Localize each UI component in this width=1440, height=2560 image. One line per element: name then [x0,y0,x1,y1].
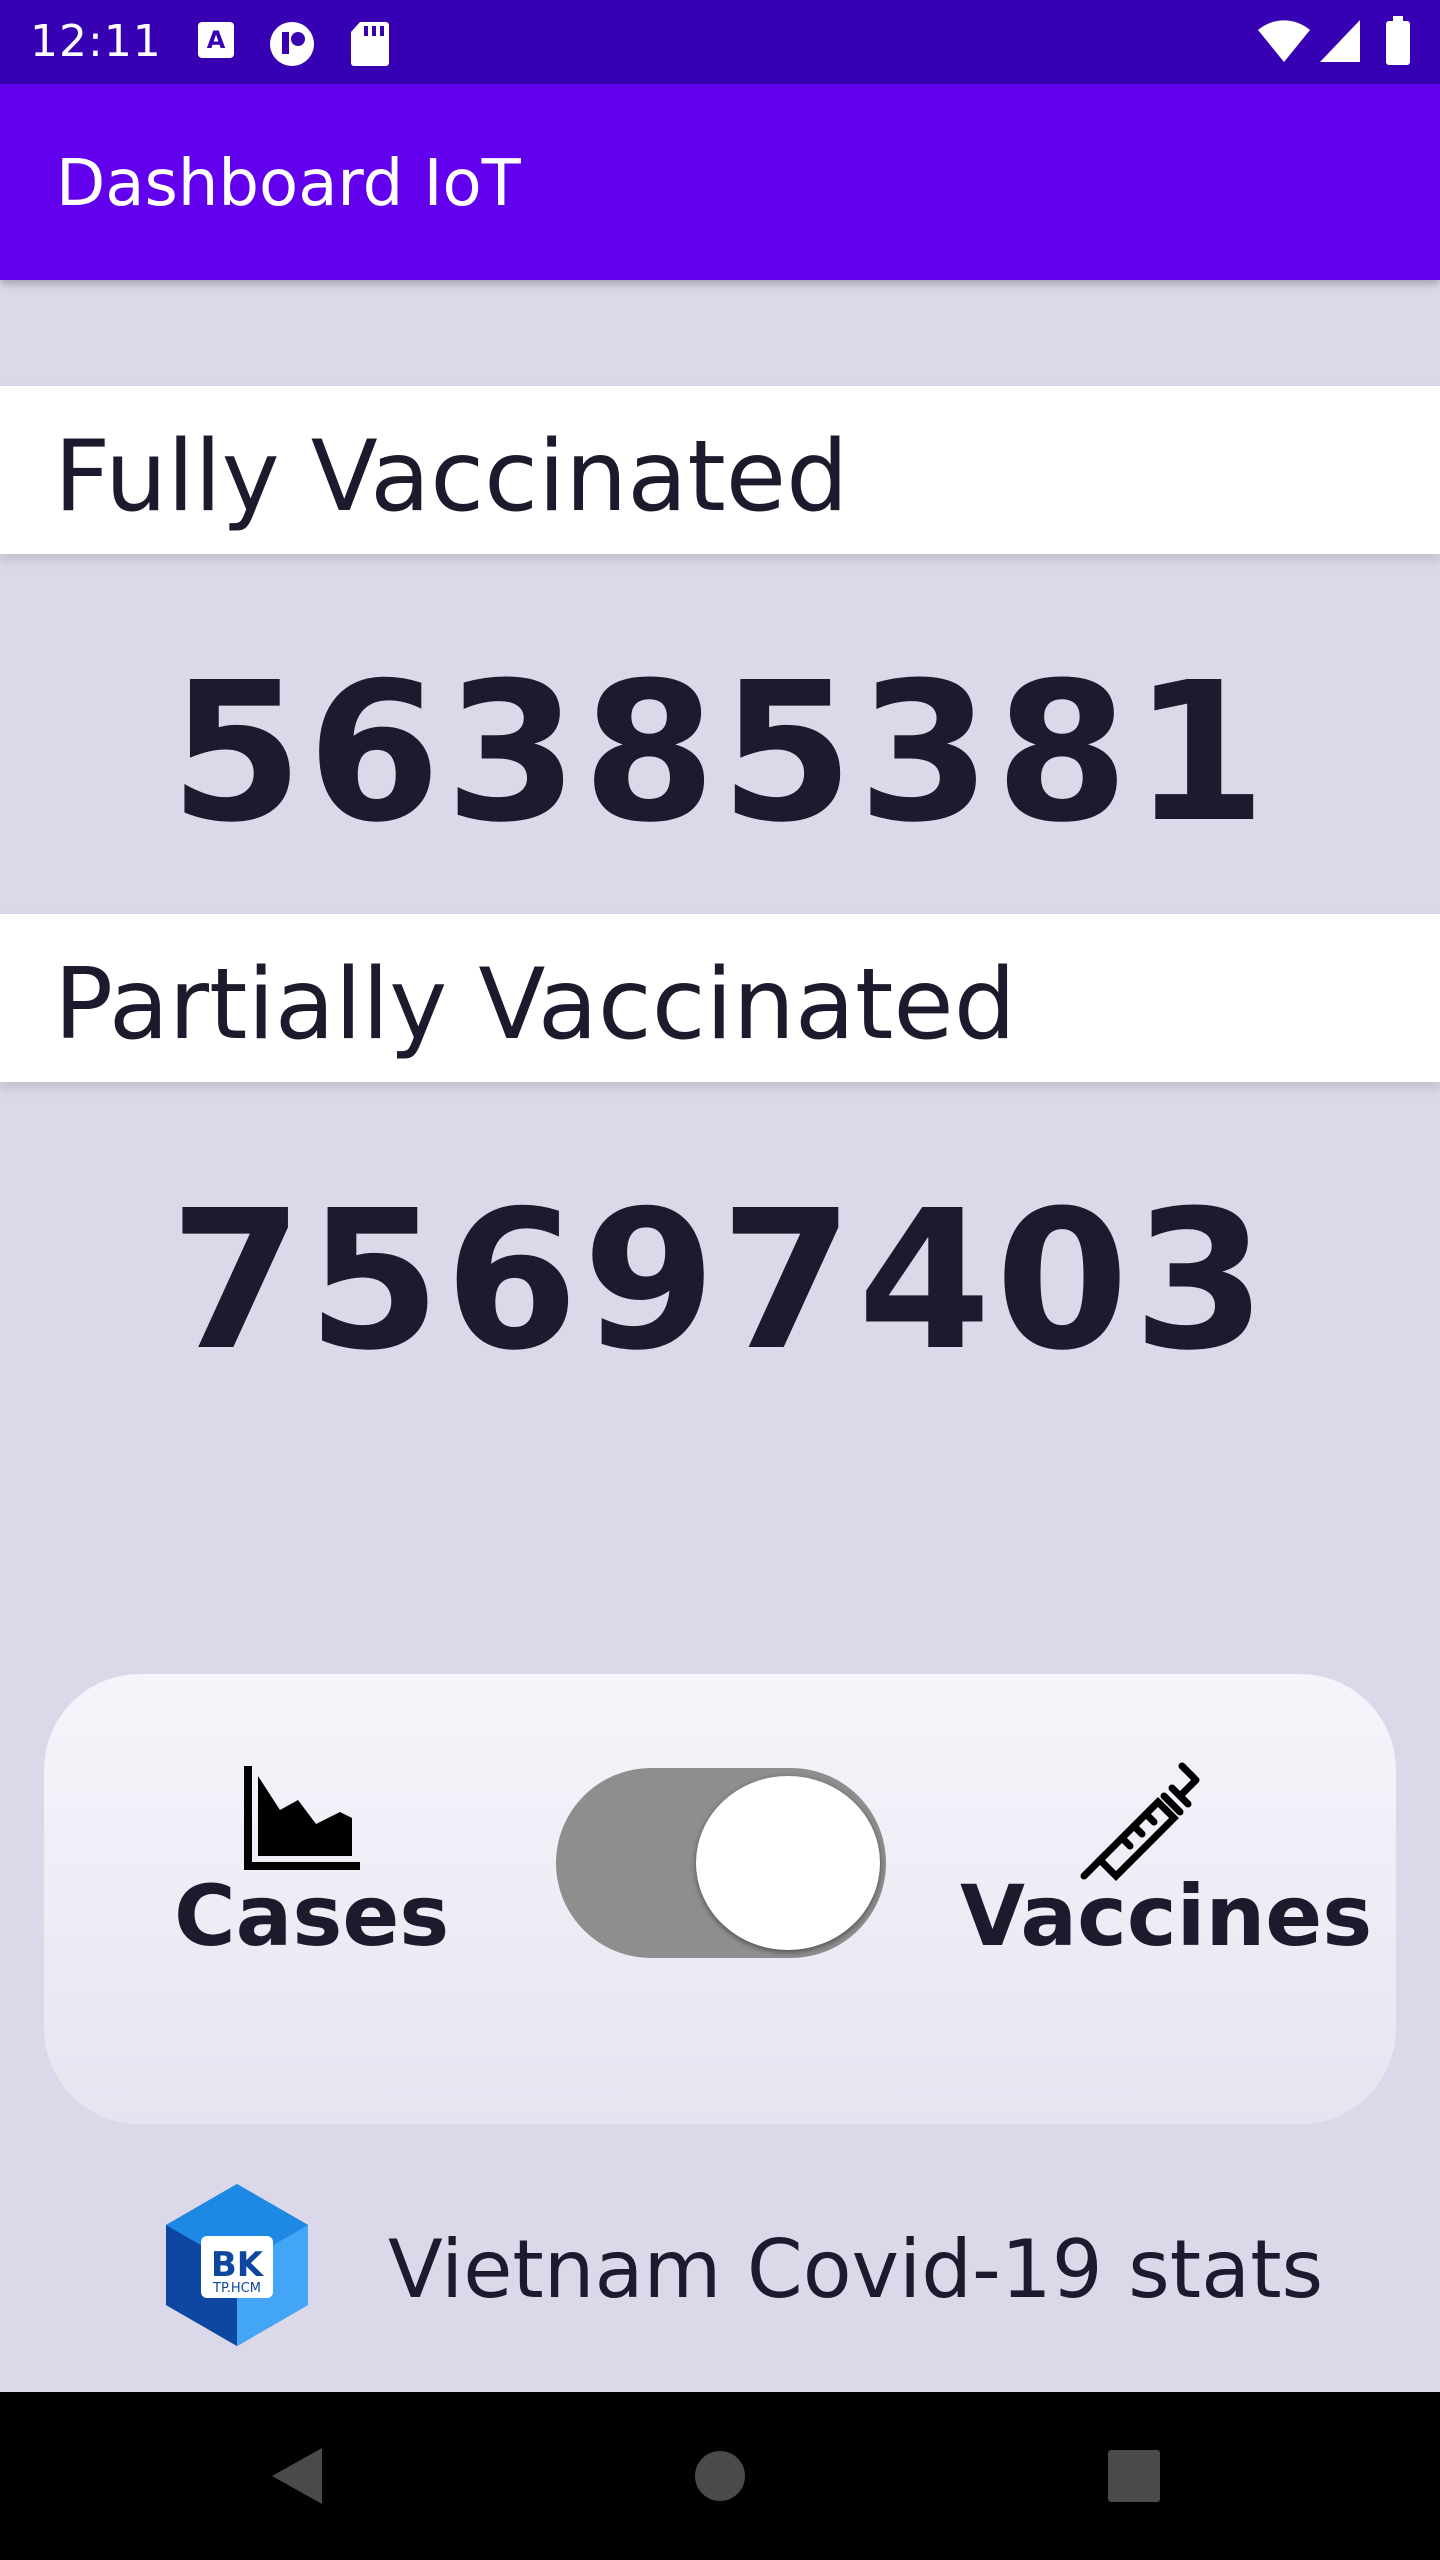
signal-icon [1320,20,1360,62]
logo-subtext: TP.HCM [212,2281,261,2296]
system-nav-bar [0,2392,1440,2560]
recents-icon[interactable] [1108,2450,1160,2502]
sd-card-icon [351,22,389,66]
home-icon[interactable] [694,2450,746,2502]
logo-text: BK [211,2245,265,2285]
vaccines-label[interactable]: Vaccines [960,1868,1372,1964]
battery-icon [1386,16,1410,65]
a-icon: A [198,22,234,58]
partially-vaccinated-header: Partially Vaccinated [0,914,1440,1082]
back-icon[interactable] [268,2444,328,2508]
partially-vaccinated-value: 75697403 [169,1170,1271,1393]
svg-text:A: A [207,26,226,54]
area-chart-icon [244,1766,360,1870]
syringe-icon [1080,1762,1200,1881]
status-time: 12:11 [30,16,162,67]
footer-caption: Vietnam Covid-19 stats [388,2223,1324,2316]
app-bar: Dashboard IoT [0,84,1440,280]
cases-vaccines-switch[interactable] [556,1768,886,1958]
wifi-icon [1258,20,1310,62]
fully-vaccinated-header: Fully Vaccinated [0,386,1440,554]
app-title: Dashboard IoT [56,147,521,221]
partially-vaccinated-label: Partially Vaccinated [54,948,1016,1062]
cases-label[interactable]: Cases [174,1868,449,1964]
bk-logo: BK TP.HCM [166,2184,308,2346]
switch-knob[interactable] [696,1776,880,1950]
notification-icon [270,22,314,66]
mode-toggle-card: Cases Vaccines [44,1674,1396,2124]
status-bar: 12:11 A [0,0,1440,84]
fully-vaccinated-value: 56385381 [169,642,1271,865]
fully-vaccinated-label: Fully Vaccinated [54,420,849,534]
